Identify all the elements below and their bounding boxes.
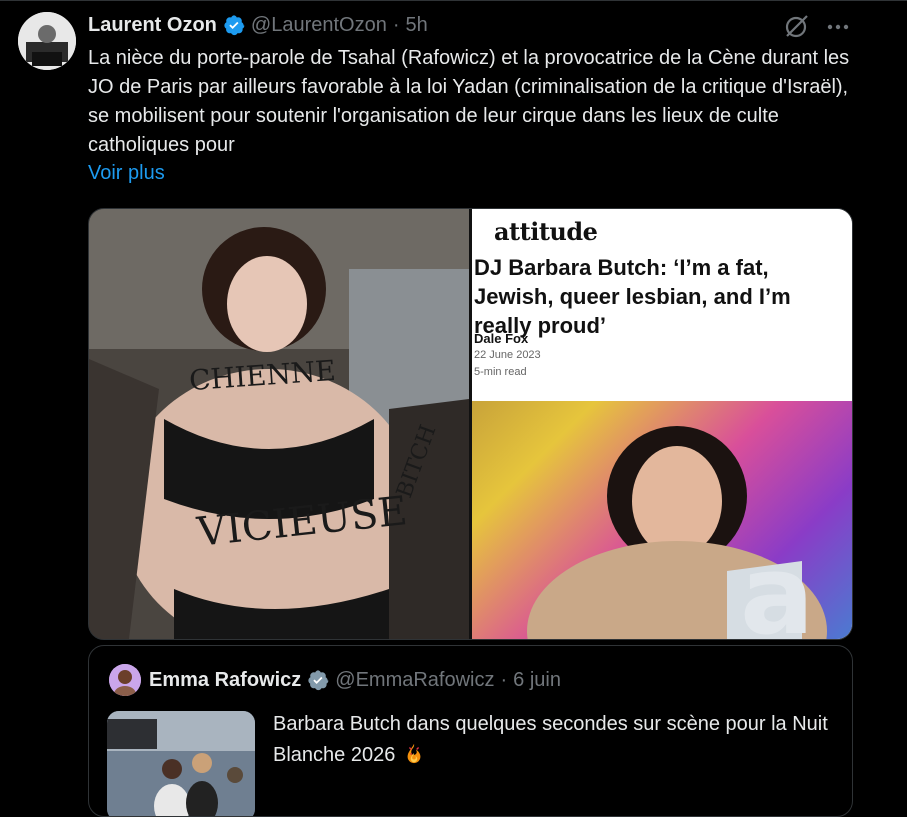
article-screenshot: attitude DJ Barbara Butch: ‘I’m a fat, J… (472, 209, 852, 401)
tweet-media[interactable]: CHIENNE VICIEUSE BITCH attitude DJ Barba… (88, 208, 853, 640)
fire-emoji-icon (403, 742, 425, 764)
author-name[interactable]: Laurent Ozon (88, 14, 217, 37)
media-photo-right[interactable]: attitude DJ Barbara Butch: ‘I’m a fat, J… (472, 209, 852, 639)
quoted-media-thumbnail[interactable] (107, 711, 255, 816)
article-title: DJ Barbara Butch: ‘I’m a fat, Jewish, qu… (474, 255, 791, 338)
quoted-author-handle[interactable]: @EmmaRafowicz (335, 669, 494, 692)
quoted-text-content: Barbara Butch dans quelques secondes sur… (273, 713, 828, 766)
quoted-author-avatar[interactable] (109, 664, 141, 696)
quoted-tweet[interactable]: Emma Rafowicz @EmmaRafowicz · 6 juin Bar… (88, 645, 853, 817)
article-author: Dale Fox (474, 331, 529, 346)
top-divider (0, 0, 907, 1)
quoted-text: Barbara Butch dans quelques secondes sur… (273, 709, 843, 771)
article-read-time: 5-min read (474, 366, 527, 378)
article-brand: attitude (494, 217, 598, 246)
article-photo: a (472, 401, 852, 639)
media-photo-left[interactable]: CHIENNE VICIEUSE BITCH (89, 209, 469, 639)
quoted-separator: · (500, 668, 508, 691)
more-icon[interactable] (825, 14, 851, 40)
quoted-author-name[interactable]: Emma Rafowicz (149, 669, 301, 692)
tweet-text: La nièce du porte-parole de Tsahal (Rafo… (88, 47, 850, 156)
author-handle[interactable]: @LaurentOzon (251, 14, 387, 37)
see-more-link[interactable]: Voir plus (88, 162, 165, 185)
quoted-header: Emma Rafowicz @EmmaRafowicz · 6 juin (149, 664, 561, 696)
verified-badge-icon (307, 669, 329, 691)
grok-icon[interactable] (783, 12, 811, 40)
article-date: 22 June 2023 (474, 349, 541, 361)
header-separator: · (392, 13, 400, 36)
svg-text:a: a (740, 531, 814, 639)
quoted-timestamp[interactable]: 6 juin (513, 669, 561, 692)
verified-badge-icon (223, 14, 245, 36)
author-avatar[interactable] (18, 12, 76, 70)
tweet-timestamp[interactable]: 5h (406, 14, 428, 37)
